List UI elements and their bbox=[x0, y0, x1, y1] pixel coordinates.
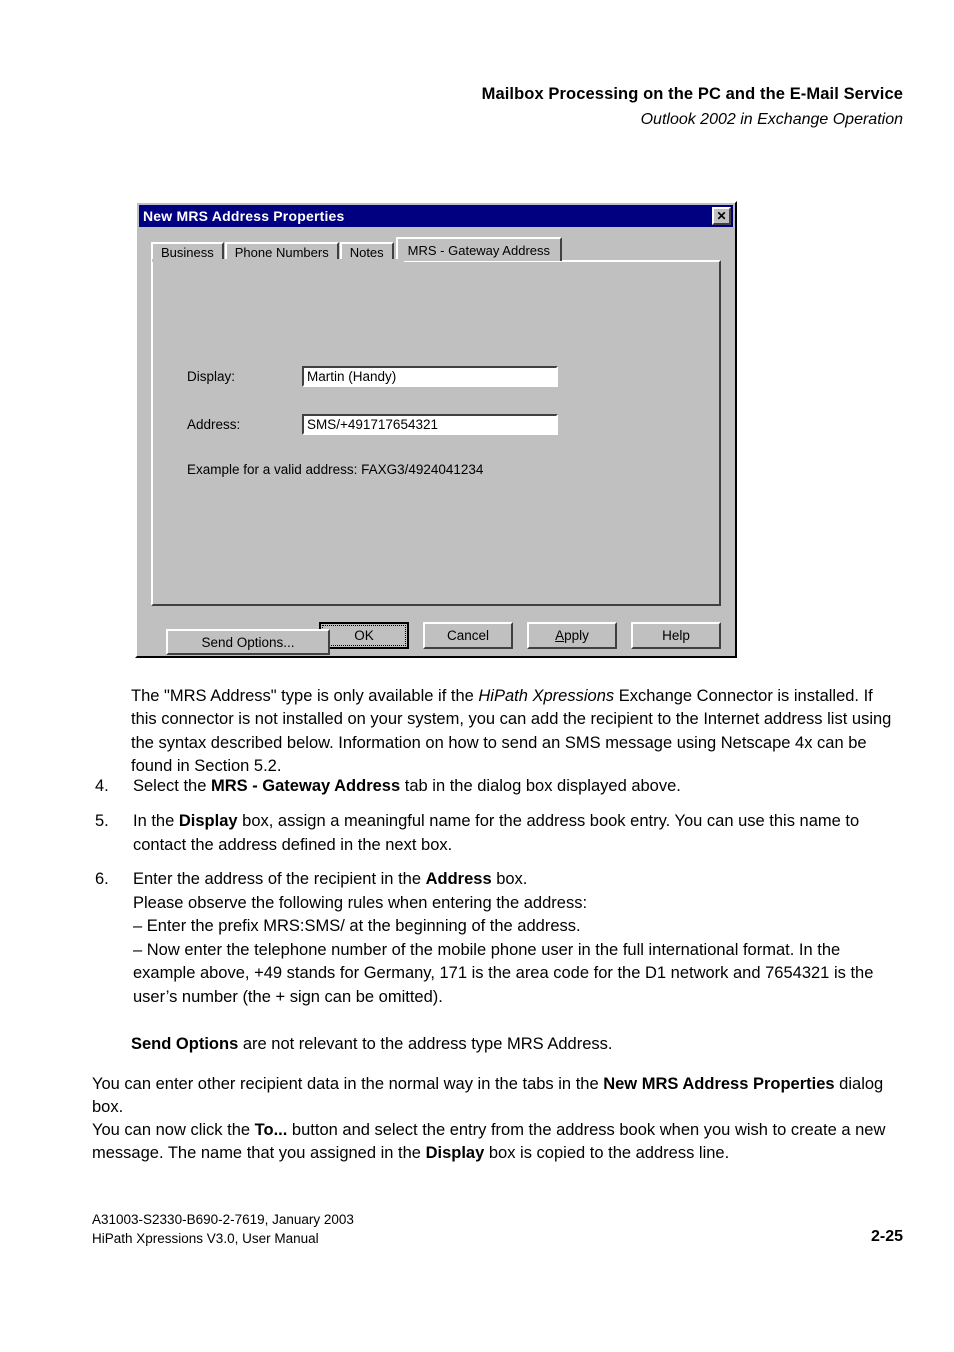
intro-paragraph: The "MRS Address" type is only available… bbox=[131, 685, 897, 779]
header-title: Mailbox Processing on the PC and the E-M… bbox=[481, 85, 903, 103]
header-subtitle: Outlook 2002 in Exchange Operation bbox=[640, 111, 903, 128]
cancel-button[interactable]: Cancel bbox=[423, 621, 513, 649]
item6-line3-post: at the beginning of the address. bbox=[344, 917, 581, 935]
intro-text-1: The "MRS Address" type is only available… bbox=[131, 686, 479, 705]
item6-line2: Please observe the following rules when … bbox=[133, 893, 588, 912]
item5-text-1: In the bbox=[133, 812, 179, 830]
item6-plus-sign: + bbox=[275, 987, 286, 1006]
ok-button-label: OK bbox=[322, 624, 406, 646]
tab-panel-seam bbox=[152, 259, 404, 262]
closing2-bold-2: Display bbox=[425, 1144, 485, 1162]
display-field-row: Display: bbox=[187, 366, 558, 387]
intro-emphasis: HiPath Xpressions bbox=[478, 686, 615, 705]
address-field-row: Address: bbox=[187, 414, 558, 435]
ok-button[interactable]: OK bbox=[319, 621, 409, 649]
list-item: 4. Select the MRS - Gateway Address tab … bbox=[95, 775, 897, 799]
item6-area-code: 171 bbox=[439, 964, 468, 982]
address-input[interactable] bbox=[302, 414, 558, 435]
page-header: Mailbox Processing on the PC and the E-M… bbox=[0, 84, 903, 130]
footer-line-1: A31003-S2330-B690-2-7619, January 2003 bbox=[92, 1212, 354, 1227]
item6-line4-mid2: is the area code for the D1 network and bbox=[467, 964, 766, 982]
list-item: 6. Enter the address of the recipient in… bbox=[95, 868, 897, 1009]
apply-button-label: pply bbox=[564, 627, 589, 643]
closing2-text-3: box is copied to the address line. bbox=[484, 1144, 730, 1162]
item6-line4-mid1: stands for Germany, bbox=[282, 964, 440, 982]
closing2-text-1: You can now click the bbox=[92, 1120, 255, 1139]
apply-button[interactable]: Apply bbox=[527, 621, 617, 649]
item6-line4-post: sign can be omitted). bbox=[285, 987, 443, 1006]
item6-prefix-code: MRS:SMS/ bbox=[263, 917, 345, 935]
closing2-bold-1: To... bbox=[254, 1120, 288, 1139]
item6-country-code: +49 bbox=[254, 964, 283, 982]
item6-bold-1: Address bbox=[425, 870, 492, 888]
footer-line-2: HiPath Xpressions V3.0, User Manual bbox=[92, 1231, 319, 1246]
list-number: 6. bbox=[95, 870, 109, 888]
list-item: 5. In the Display box, assign a meaningf… bbox=[95, 810, 897, 857]
item6-line3-pre: – Enter the prefix bbox=[133, 917, 264, 935]
address-label: Address: bbox=[187, 417, 241, 432]
page-number: 2-25 bbox=[870, 1228, 903, 1245]
item5-text-2: box, assign a meaningful name for the ad… bbox=[133, 812, 860, 854]
display-label: Display: bbox=[187, 369, 236, 384]
list-number: 5. bbox=[95, 812, 109, 830]
item4-bold-1: MRS - Gateway Address bbox=[210, 777, 401, 795]
closing-paragraph-2: You can now click the To... button and s… bbox=[92, 1119, 898, 1166]
tab-mrs-gateway-address[interactable]: MRS - Gateway Address bbox=[395, 237, 562, 261]
tab-panel: Display: Address: Example for a valid ad… bbox=[151, 260, 721, 655]
list-item-text: In the Display box, assign a meaningful … bbox=[133, 810, 897, 857]
page-footer: A31003-S2330-B690-2-7619, January 2003 H… bbox=[92, 1210, 903, 1248]
dialog-title: New MRS Address Properties bbox=[143, 208, 345, 224]
close-icon[interactable]: ✕ bbox=[712, 207, 731, 225]
send-options-note-text: are not relevant to the address type MRS… bbox=[238, 1034, 613, 1053]
footer-document-id: A31003-S2330-B690-2-7619, January 2003 H… bbox=[92, 1210, 354, 1248]
item4-text-2: tab in the dialog box displayed above. bbox=[400, 777, 681, 795]
example-address-hint: Example for a valid address: FAXG3/49240… bbox=[187, 462, 484, 477]
tab-strip: Business Phone Numbers Notes MRS - Gatew… bbox=[151, 237, 563, 261]
send-options-bold: Send Options bbox=[131, 1034, 239, 1053]
dialog-title-bar: New MRS Address Properties ✕ bbox=[139, 205, 733, 227]
item6-text-2: box. bbox=[491, 870, 528, 888]
item5-bold-1: Display bbox=[178, 812, 238, 830]
closing-paragraph-1: You can enter other recipient data in th… bbox=[92, 1073, 898, 1120]
send-options-button[interactable]: Send Options... bbox=[166, 629, 330, 655]
item4-text-1: Select the bbox=[133, 777, 211, 795]
item6-text-1: Enter the address of the recipient in th… bbox=[133, 870, 426, 888]
closing1-bold-1: New MRS Address Properties bbox=[603, 1074, 835, 1093]
list-item-text: Enter the address of the recipient in th… bbox=[133, 868, 897, 1009]
list-item-text: Select the MRS - Gateway Address tab in … bbox=[133, 775, 897, 799]
help-button[interactable]: Help bbox=[631, 621, 721, 649]
apply-accelerator: A bbox=[555, 627, 565, 643]
display-input[interactable] bbox=[302, 366, 558, 387]
send-options-note: Send Options are not relevant to the add… bbox=[131, 1033, 897, 1057]
list-number: 4. bbox=[95, 777, 109, 795]
item6-subscriber-number: 7654321 bbox=[765, 964, 830, 982]
new-mrs-address-properties-dialog: New MRS Address Properties ✕ Business Ph… bbox=[135, 201, 737, 658]
closing1-text-1: You can enter other recipient data in th… bbox=[92, 1074, 604, 1093]
